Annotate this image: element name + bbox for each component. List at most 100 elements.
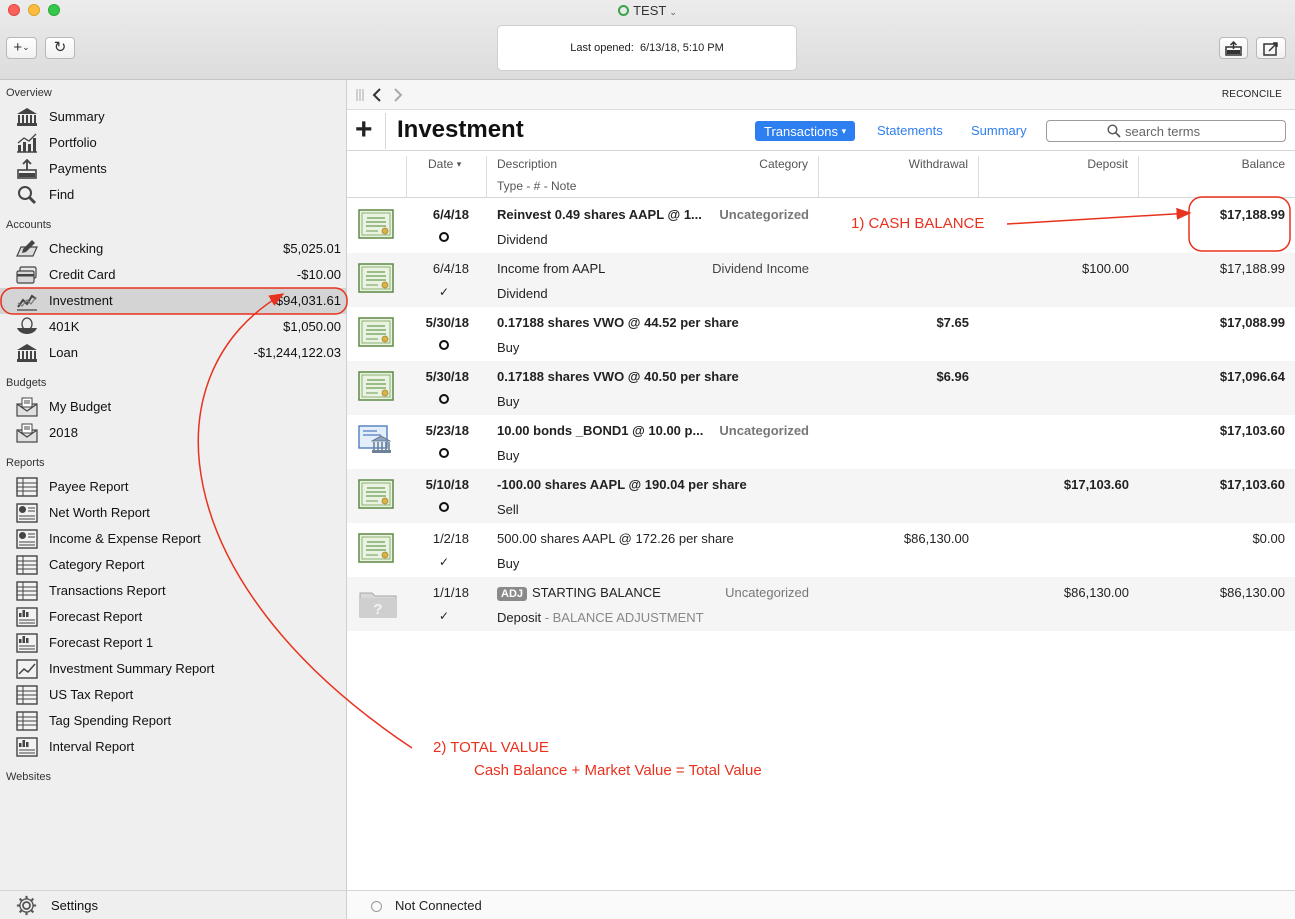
section-websites: Websites (6, 771, 52, 783)
sidebar-item-payee-report[interactable]: Payee Report (0, 474, 346, 500)
sidebar-item-investment[interactable]: Investment $94,031.61 (0, 288, 346, 314)
drag-handle-icon[interactable] (356, 89, 365, 101)
upload-tray-icon (16, 158, 38, 179)
sidebar-item-income-expense-report[interactable]: Income & Expense Report (0, 526, 346, 552)
column-balance[interactable]: Balance (1242, 157, 1285, 171)
chevron-down-icon: ⌄ (669, 7, 677, 17)
transaction-row[interactable]: 5/10/18 -100.00 shares AAPL @ 190.04 per… (347, 469, 1295, 523)
sidebar-item-portfolio[interactable]: Portfolio (0, 130, 346, 156)
running-balance: $86,130.00 (1219, 585, 1285, 600)
sidebar-item-category-report[interactable]: Category Report (0, 552, 346, 578)
column-deposit[interactable]: Deposit (1087, 157, 1128, 171)
withdrawal-amount: $7.65 (936, 315, 969, 330)
transaction-category: Uncategorized (719, 423, 809, 438)
sidebar-item-tag-spending-report[interactable]: Tag Spending Report (0, 708, 346, 734)
uncleared-status-icon (439, 394, 449, 404)
deposit-amount: $86,130.00 (1063, 585, 1129, 600)
transaction-row[interactable]: 5/30/18 0.17188 shares VWO @ 44.52 per s… (347, 307, 1295, 361)
deposit-amount: $100.00 (1082, 261, 1129, 276)
sidebar-item-transactions-report[interactable]: Transactions Report (0, 578, 346, 604)
column-description[interactable]: Description (497, 157, 557, 171)
sidebar-item-find[interactable]: Find (0, 182, 346, 208)
window-title[interactable]: TEST ⌄ (0, 3, 1295, 18)
section-overview: Overview (6, 87, 52, 99)
cleared-status-toggle[interactable] (439, 393, 449, 407)
cleared-status-toggle[interactable]: ✓ (439, 609, 449, 623)
import-button[interactable] (1219, 37, 1248, 59)
uncleared-status-icon (439, 232, 449, 242)
sidebar-item-loan[interactable]: Loan -$1,244,122.03 (0, 340, 346, 366)
account-balance: $94,031.61 (275, 293, 341, 308)
sidebar-item-interval-report[interactable]: Interval Report (0, 734, 346, 760)
sidebar-item-my-budget[interactable]: My Budget (0, 394, 346, 420)
cleared-status-toggle[interactable] (439, 339, 449, 353)
transaction-category: Dividend Income (712, 261, 809, 276)
search-icon (1107, 124, 1121, 138)
cleared-status-toggle[interactable]: ✓ (439, 555, 449, 569)
unknown-folder-icon: ? (358, 587, 397, 618)
sidebar-item-forecast-report-1[interactable]: Forecast Report 1 (0, 630, 346, 656)
investment-chart-icon (16, 291, 38, 311)
add-menu-button[interactable]: +⌄ (6, 37, 37, 59)
sidebar-item-summary[interactable]: Summary (0, 104, 346, 130)
nest-egg-icon (16, 317, 38, 337)
sidebar-item-payments[interactable]: Payments (0, 156, 346, 182)
running-balance: $17,088.99 (1219, 315, 1285, 330)
search-input[interactable] (1046, 120, 1286, 142)
tab-transactions[interactable]: Transactions ▾ (755, 121, 856, 141)
checkbook-icon (16, 239, 38, 259)
reconcile-button[interactable]: RECONCILE (1222, 89, 1282, 100)
deposit-amount: $17,103.60 (1063, 477, 1129, 492)
tab-statements[interactable]: Statements (877, 123, 943, 138)
stock-certificate-icon (358, 209, 394, 239)
cleared-status-toggle[interactable]: ✓ (439, 285, 449, 299)
transaction-row[interactable]: 6/4/18 ✓ Income from AAPL Dividend Incom… (347, 253, 1295, 307)
transaction-type: Buy (497, 394, 520, 409)
column-type-note[interactable]: Type - # - Note (497, 179, 576, 193)
transaction-row[interactable]: ? 1/1/18 ✓ ADJ STARTING BALANCE Uncategor… (347, 577, 1295, 631)
transaction-row[interactable]: 6/4/18 Reinvest 0.49 shares AAPL @ 1... … (347, 199, 1295, 253)
sidebar-item-credit-card[interactable]: Credit Card -$10.00 (0, 262, 346, 288)
sidebar-item-investment-summary-report[interactable]: Investment Summary Report (0, 656, 346, 682)
column-withdrawal[interactable]: Withdrawal (909, 157, 968, 171)
transaction-row[interactable]: 5/23/18 10.00 bonds _BOND1 @ 10.00 p... … (347, 415, 1295, 469)
status-footer: Not Connected (347, 890, 1295, 919)
refresh-button[interactable]: ↻ (45, 37, 75, 59)
stock-certificate-icon (358, 371, 394, 401)
add-transaction-button[interactable]: + (355, 113, 373, 147)
sort-chevron-icon: ▾ (456, 159, 462, 169)
sidebar-item-2018[interactable]: 2018 (0, 420, 346, 446)
sidebar-item-401k[interactable]: 401K $1,050.00 (0, 314, 346, 340)
cleared-status-toggle[interactable] (439, 501, 449, 515)
section-reports: Reports (6, 457, 45, 469)
transaction-type: Buy (497, 556, 520, 571)
activity-status: Last opened: 6/13/18, 5:10 PM (497, 25, 797, 71)
account-balance: $1,050.00 (283, 319, 341, 334)
transaction-date: 6/4/18 (432, 261, 469, 276)
back-arrow-icon[interactable] (372, 88, 382, 102)
sidebar-item-net-worth-report[interactable]: Net Worth Report (0, 500, 346, 526)
transaction-description: 0.17188 shares VWO @ 44.52 per share (497, 315, 739, 330)
section-accounts: Accounts (6, 219, 52, 231)
column-date[interactable]: Date ▾ (428, 157, 461, 171)
settings-button[interactable]: Settings (0, 890, 346, 919)
connection-status-icon (371, 901, 382, 912)
export-button[interactable] (1256, 37, 1286, 59)
cleared-status-toggle[interactable] (439, 447, 449, 461)
window-toolbar: TEST ⌄ +⌄ ↻ Last opened: 6/13/18, 5:10 PM (0, 0, 1295, 80)
transaction-description: Income from AAPL (497, 261, 606, 276)
bar-report-icon (16, 607, 38, 627)
sidebar-item-us-tax-report[interactable]: US Tax Report (0, 682, 346, 708)
sidebar-item-forecast-report[interactable]: Forecast Report (0, 604, 346, 630)
transaction-description: 500.00 shares AAPL @ 172.26 per share (497, 531, 734, 546)
transaction-row[interactable]: 1/2/18 ✓ 500.00 shares AAPL @ 172.26 per… (347, 523, 1295, 577)
tab-summary[interactable]: Summary (971, 123, 1027, 138)
sidebar-item-checking[interactable]: Checking $5,025.01 (0, 236, 346, 262)
forward-arrow-icon[interactable] (393, 88, 403, 102)
column-category[interactable]: Category (759, 157, 808, 171)
transaction-row[interactable]: 5/30/18 0.17188 shares VWO @ 40.50 per s… (347, 361, 1295, 415)
cleared-status-toggle[interactable] (439, 231, 449, 245)
pie-report-icon (16, 529, 38, 549)
stock-certificate-icon (358, 317, 394, 347)
running-balance: $17,103.60 (1219, 477, 1285, 492)
